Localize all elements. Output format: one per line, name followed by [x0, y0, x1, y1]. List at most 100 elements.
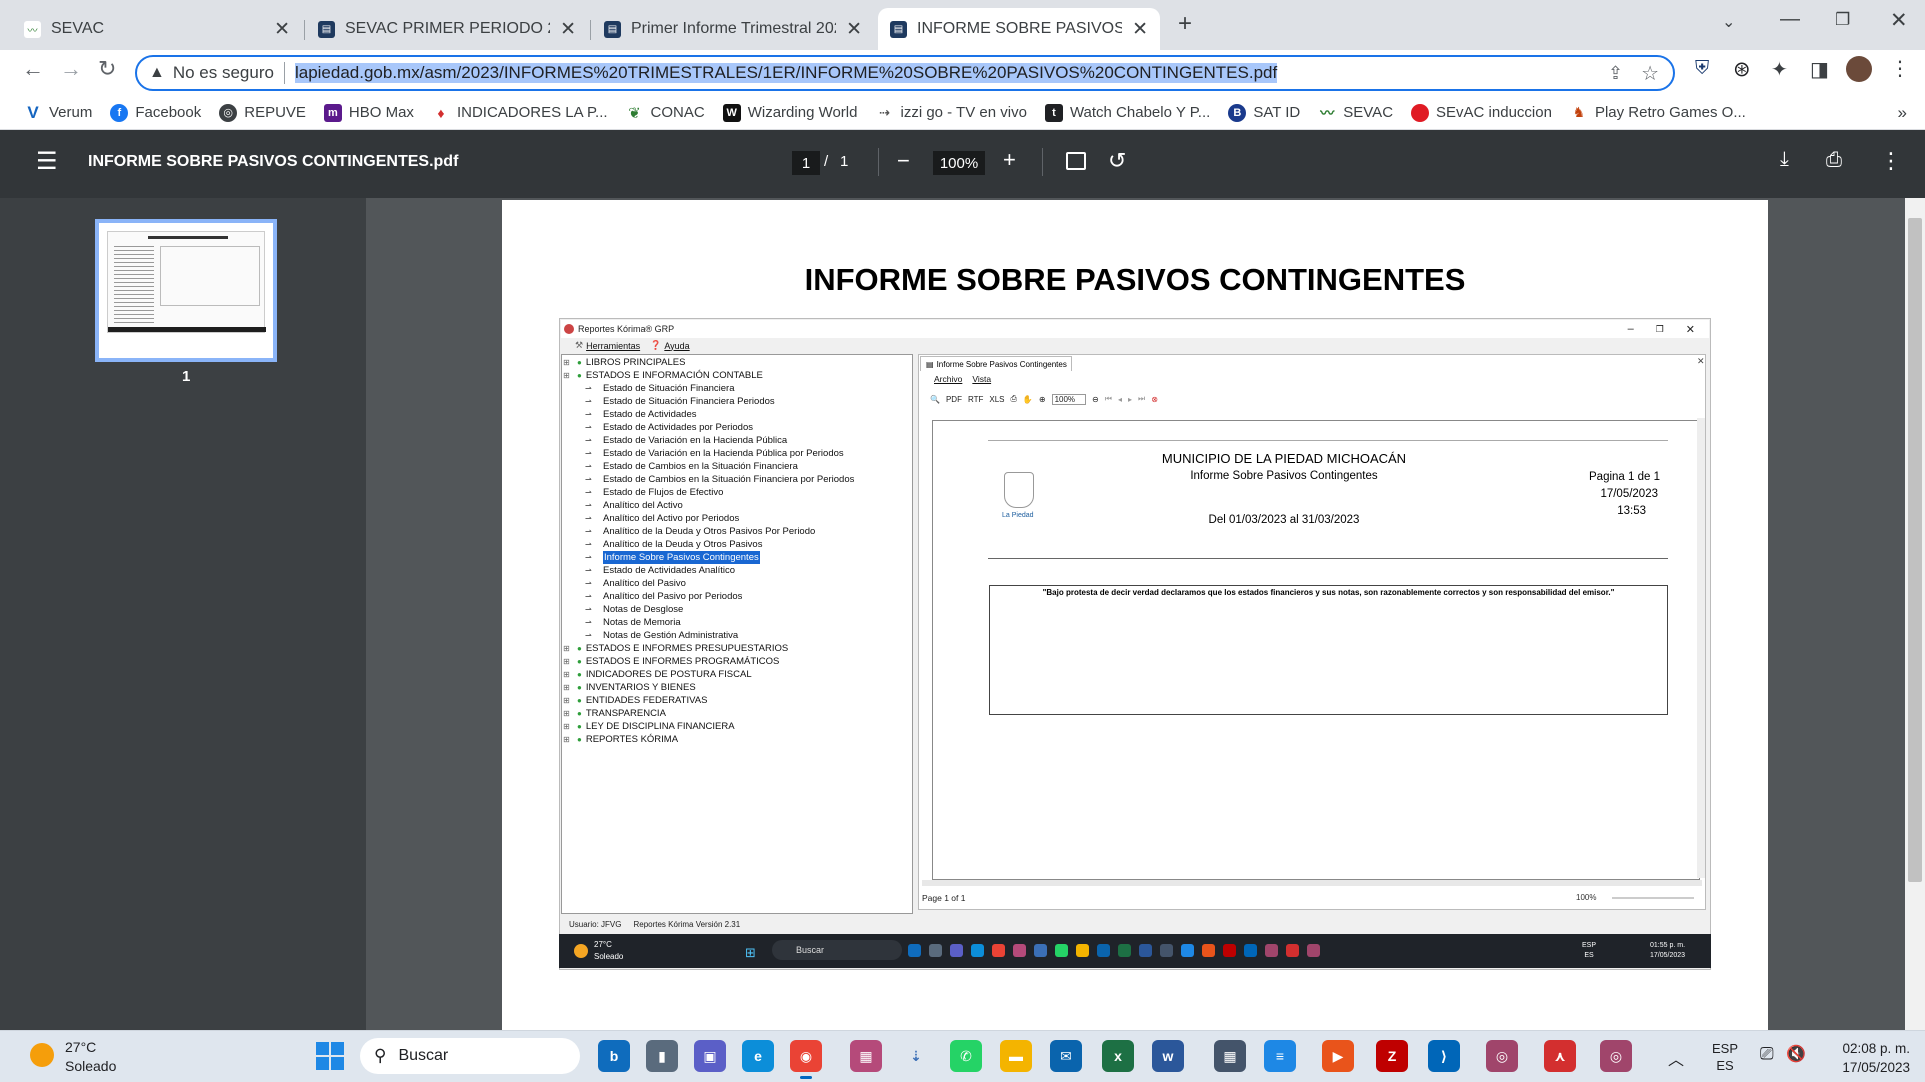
- extensions-puzzle-icon[interactable]: ✦: [1771, 57, 1788, 82]
- menu-herramientas[interactable]: Herramientas: [586, 341, 640, 351]
- close-tab-icon[interactable]: ✕: [560, 18, 576, 41]
- tree-item[interactable]: ⊞ ● INVENTARIOS Y BIENES: [563, 681, 911, 694]
- tree-item[interactable]: ⇀ Analítico del Activo: [563, 499, 911, 512]
- bookmark-sevac[interactable]: 〰 SEVAC: [1318, 104, 1393, 122]
- word-icon[interactable]: w: [1152, 1040, 1184, 1072]
- app-minimize-icon[interactable]: –: [1628, 323, 1634, 335]
- mail-icon[interactable]: ✉: [1050, 1040, 1082, 1072]
- tree-item[interactable]: ⇀ Estado de Variación en la Hacienda Públ…: [563, 434, 911, 447]
- bookmarks-overflow-icon[interactable]: »: [1898, 103, 1907, 123]
- taskbar-search[interactable]: ⚲ Buscar: [360, 1038, 580, 1074]
- tree-expand-icon[interactable]: ⊞: [563, 668, 573, 681]
- tree-item[interactable]: ⇀ Estado de Variación en la Hacienda Públ…: [563, 447, 911, 460]
- tree-item[interactable]: ⊞ ● ENTIDADES FEDERATIVAS: [563, 694, 911, 707]
- tree-item[interactable]: ⇀ Notas de Gestión Administrativa: [563, 629, 911, 642]
- bookmark-indicadores[interactable]: ♦ INDICADORES LA P...: [432, 104, 607, 122]
- export-rtf-button[interactable]: RTF: [968, 395, 983, 404]
- last-page-icon[interactable]: ⏭: [1138, 394, 1145, 404]
- url-text[interactable]: lapiedad.gob.mx/asm/2023/INFORMES%20TRIM…: [294, 63, 1278, 83]
- report-hscrollbar[interactable]: [922, 880, 1702, 886]
- tree-item[interactable]: ⇀ Estado de Actividades Analítico: [563, 564, 911, 577]
- bookmark-verum[interactable]: V Verum: [24, 103, 92, 122]
- export-pdf-button[interactable]: PDF: [946, 395, 962, 404]
- side-panel-icon[interactable]: ◨: [1810, 57, 1829, 82]
- excel-icon[interactable]: x: [1102, 1040, 1134, 1072]
- powerpoint-icon[interactable]: ▶: [1322, 1040, 1354, 1072]
- print-icon[interactable]: ⎙: [1011, 394, 1017, 404]
- tree-expand-icon[interactable]: ⊞: [563, 356, 573, 369]
- bookmark-wizarding[interactable]: W Wizarding World: [722, 103, 857, 122]
- close-tab-icon[interactable]: ✕: [846, 18, 862, 41]
- tree-expand-icon[interactable]: ⊞: [563, 369, 573, 382]
- tree-item[interactable]: ⊞ ● TRANSPARENCIA: [563, 707, 911, 720]
- close-tab-icon[interactable]: ✕: [1132, 18, 1148, 41]
- bookmark-hbo[interactable]: m HBO Max: [323, 103, 414, 122]
- tree-item[interactable]: ⊞ ● REPORTES KÓRIMA: [563, 733, 911, 746]
- tree-item[interactable]: ⇀ Estado de Actividades: [563, 408, 911, 421]
- tree-item[interactable]: ⇀ Analítico del Pasivo por Periodos: [563, 590, 911, 603]
- windows-start-icon[interactable]: [316, 1042, 344, 1070]
- tree-item[interactable]: ⇀ Estado de Situación Financiera: [563, 382, 911, 395]
- acrobat-icon[interactable]: ⋏: [1544, 1040, 1576, 1072]
- app-ball-icon[interactable]: ◎: [1486, 1040, 1518, 1072]
- download-arrow-icon[interactable]: ⇣: [900, 1040, 932, 1072]
- bookmark-sat[interactable]: B SAT ID: [1228, 103, 1300, 122]
- export-xls-button[interactable]: XLS: [989, 395, 1004, 404]
- tree-item[interactable]: ⊞ ● LEY DE DISCIPLINA FINANCIERA: [563, 720, 911, 733]
- forward-icon[interactable]: →: [60, 56, 82, 82]
- bookmark-izzi[interactable]: ⇢ izzi go - TV en vivo: [875, 104, 1027, 122]
- profile-avatar[interactable]: [1846, 56, 1872, 82]
- tree-expand-icon[interactable]: ⊞: [563, 694, 573, 707]
- bookmark-repuve[interactable]: ◎ REPUVE: [219, 103, 306, 122]
- app-close-icon[interactable]: ✕: [1686, 323, 1695, 336]
- tree-item[interactable]: ⇀ Estado de Flujos de Efectivo: [563, 486, 911, 499]
- new-tab-button[interactable]: +: [1178, 10, 1192, 38]
- close-tab-icon[interactable]: ✕: [274, 18, 290, 41]
- tree-expand-icon[interactable]: ⊞: [563, 707, 573, 720]
- pdf-more-icon[interactable]: ⋮: [1880, 148, 1902, 174]
- network-icon[interactable]: ⎚: [1760, 1044, 1774, 1064]
- volume-muted-icon[interactable]: 🔇: [1786, 1044, 1806, 1064]
- tree-item[interactable]: ⊞ ● ESTADOS E INFORMACIÓN CONTABLE: [563, 369, 911, 382]
- app-ball-icon[interactable]: ◎: [1600, 1040, 1632, 1072]
- zoom-icon[interactable]: ⊕: [1039, 395, 1046, 404]
- report-zoom-select[interactable]: 100%: [1051, 393, 1087, 405]
- chatgpt-extension-icon[interactable]: ⊛: [1733, 57, 1751, 82]
- first-page-icon[interactable]: ⏮: [1105, 394, 1112, 404]
- tree-expand-icon[interactable]: ⊞: [563, 733, 573, 746]
- tree-item[interactable]: ⇀ Informe Sobre Pasivos Contingentes: [563, 551, 911, 564]
- tree-expand-icon[interactable]: ⊞: [563, 681, 573, 694]
- zoom-in-icon[interactable]: +: [1003, 147, 1016, 173]
- report-tab[interactable]: ▤ Informe Sobre Pasivos Contingentes: [920, 356, 1072, 371]
- share-icon[interactable]: ⇪: [1608, 63, 1623, 84]
- bookmark-retro-games[interactable]: ♞ Play Retro Games O...: [1570, 104, 1746, 122]
- task-view-icon[interactable]: ▮: [646, 1040, 678, 1072]
- bookmark-chabelo[interactable]: t Watch Chabelo Y P...: [1044, 103, 1210, 122]
- calculator-icon[interactable]: ▦: [1214, 1040, 1246, 1072]
- app-restore-icon[interactable]: ❐: [1656, 324, 1664, 335]
- page-number-input[interactable]: 1: [792, 151, 820, 175]
- print-icon[interactable]: ⎙: [1826, 149, 1842, 172]
- tree-item[interactable]: ⇀ Notas de Memoria: [563, 616, 911, 629]
- tree-item[interactable]: ⊞ ● LIBROS PRINCIPALES: [563, 356, 911, 369]
- prev-page-icon[interactable]: ◂: [1118, 395, 1122, 404]
- page-thumbnail[interactable]: [95, 219, 277, 362]
- teams-icon[interactable]: ▣: [694, 1040, 726, 1072]
- vscode-icon[interactable]: ⟩: [1428, 1040, 1460, 1072]
- tree-item[interactable]: ⇀ Estado de Situación Financiera Periodos: [563, 395, 911, 408]
- tab-search-icon[interactable]: ⌄: [1722, 12, 1735, 32]
- shield-extension-icon[interactable]: ⛨: [1695, 58, 1709, 80]
- bookmark-conac[interactable]: ❦ CONAC: [626, 104, 704, 122]
- zoom-out-icon[interactable]: −: [897, 148, 910, 174]
- rotate-icon[interactable]: ↺: [1108, 148, 1126, 174]
- tree-item[interactable]: ⇀ Analítico del Pasivo: [563, 577, 911, 590]
- zoom-out-icon[interactable]: ⊖: [1092, 395, 1099, 404]
- browser-tab-pasivos-active[interactable]: ▤ INFORME SOBRE PASIVOS CONT ✕: [878, 8, 1160, 50]
- menu-vista[interactable]: Vista: [972, 374, 991, 384]
- tree-expand-icon[interactable]: ⊞: [563, 642, 573, 655]
- viewer-scroll-thumb[interactable]: [1908, 218, 1922, 882]
- back-icon[interactable]: ←: [22, 56, 44, 82]
- weather-condition[interactable]: Soleado: [65, 1058, 116, 1074]
- fit-to-page-icon[interactable]: [1066, 152, 1086, 170]
- reload-icon[interactable]: ↻: [98, 56, 116, 82]
